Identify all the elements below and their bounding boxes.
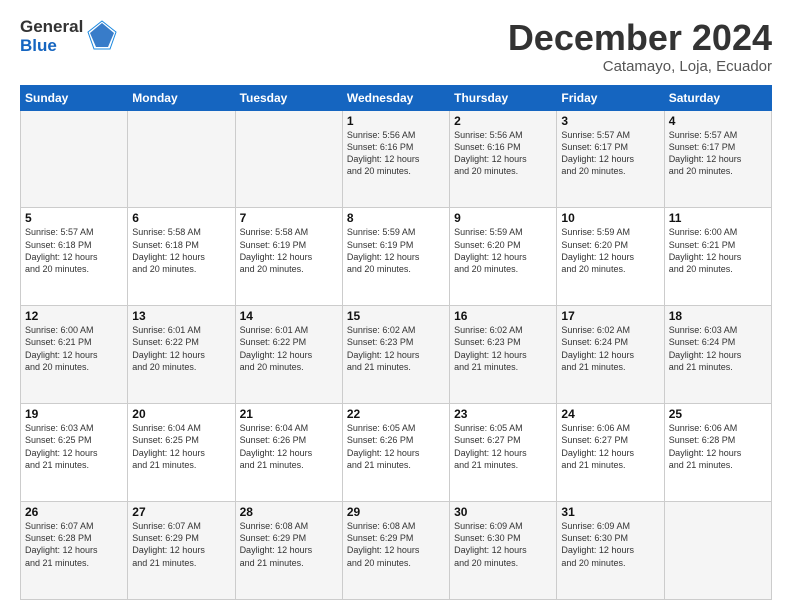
logo-text-blue: Blue	[20, 37, 83, 56]
day-cell-31: 31 Sunrise: 6:09 AMSunset: 6:30 PMDaylig…	[557, 502, 664, 600]
day-cell-1: 1 Sunrise: 5:56 AMSunset: 6:16 PMDayligh…	[342, 110, 449, 208]
day-cell-21: 21 Sunrise: 6:04 AMSunset: 6:26 PMDaylig…	[235, 404, 342, 502]
day-cell-6: 6 Sunrise: 5:58 AMSunset: 6:18 PMDayligh…	[128, 208, 235, 306]
location-subtitle: Catamayo, Loja, Ecuador	[508, 58, 772, 75]
day-cell-5: 5 Sunrise: 5:57 AMSunset: 6:18 PMDayligh…	[21, 208, 128, 306]
day-cell-11: 11 Sunrise: 6:00 AMSunset: 6:21 PMDaylig…	[664, 208, 771, 306]
calendar-week-1: 1 Sunrise: 5:56 AMSunset: 6:16 PMDayligh…	[21, 110, 772, 208]
day-cell-12: 12 Sunrise: 6:00 AMSunset: 6:21 PMDaylig…	[21, 306, 128, 404]
day-cell-3: 3 Sunrise: 5:57 AMSunset: 6:17 PMDayligh…	[557, 110, 664, 208]
col-saturday: Saturday	[664, 85, 771, 110]
day-cell-15: 15 Sunrise: 6:02 AMSunset: 6:23 PMDaylig…	[342, 306, 449, 404]
header: General Blue December 2024 Catamayo, Loj…	[20, 18, 772, 75]
day-cell-22: 22 Sunrise: 6:05 AMSunset: 6:26 PMDaylig…	[342, 404, 449, 502]
day-cell-14: 14 Sunrise: 6:01 AMSunset: 6:22 PMDaylig…	[235, 306, 342, 404]
logo-icon	[86, 19, 118, 51]
day-cell-13: 13 Sunrise: 6:01 AMSunset: 6:22 PMDaylig…	[128, 306, 235, 404]
month-title: December 2024	[508, 18, 772, 58]
day-cell-9: 9 Sunrise: 5:59 AMSunset: 6:20 PMDayligh…	[450, 208, 557, 306]
day-cell-30: 30 Sunrise: 6:09 AMSunset: 6:30 PMDaylig…	[450, 502, 557, 600]
logo-text-general: General	[20, 18, 83, 37]
calendar-week-3: 12 Sunrise: 6:00 AMSunset: 6:21 PMDaylig…	[21, 306, 772, 404]
day-cell-19: 19 Sunrise: 6:03 AMSunset: 6:25 PMDaylig…	[21, 404, 128, 502]
day-cell-16: 16 Sunrise: 6:02 AMSunset: 6:23 PMDaylig…	[450, 306, 557, 404]
day-cell-28: 28 Sunrise: 6:08 AMSunset: 6:29 PMDaylig…	[235, 502, 342, 600]
calendar-week-2: 5 Sunrise: 5:57 AMSunset: 6:18 PMDayligh…	[21, 208, 772, 306]
day-cell-10: 10 Sunrise: 5:59 AMSunset: 6:20 PMDaylig…	[557, 208, 664, 306]
day-cell-4: 4 Sunrise: 5:57 AMSunset: 6:17 PMDayligh…	[664, 110, 771, 208]
day-cell-26: 26 Sunrise: 6:07 AMSunset: 6:28 PMDaylig…	[21, 502, 128, 600]
day-cell-8: 8 Sunrise: 5:59 AMSunset: 6:19 PMDayligh…	[342, 208, 449, 306]
day-cell-2: 2 Sunrise: 5:56 AMSunset: 6:16 PMDayligh…	[450, 110, 557, 208]
calendar-week-5: 26 Sunrise: 6:07 AMSunset: 6:28 PMDaylig…	[21, 502, 772, 600]
logo: General Blue	[20, 18, 118, 55]
day-cell-17: 17 Sunrise: 6:02 AMSunset: 6:24 PMDaylig…	[557, 306, 664, 404]
day-cell-25: 25 Sunrise: 6:06 AMSunset: 6:28 PMDaylig…	[664, 404, 771, 502]
day-cell-29: 29 Sunrise: 6:08 AMSunset: 6:29 PMDaylig…	[342, 502, 449, 600]
empty-cell	[235, 110, 342, 208]
calendar-week-4: 19 Sunrise: 6:03 AMSunset: 6:25 PMDaylig…	[21, 404, 772, 502]
empty-cell	[128, 110, 235, 208]
col-wednesday: Wednesday	[342, 85, 449, 110]
calendar-header-row: Sunday Monday Tuesday Wednesday Thursday…	[21, 85, 772, 110]
day-cell-7: 7 Sunrise: 5:58 AMSunset: 6:19 PMDayligh…	[235, 208, 342, 306]
day-cell-20: 20 Sunrise: 6:04 AMSunset: 6:25 PMDaylig…	[128, 404, 235, 502]
calendar-table: Sunday Monday Tuesday Wednesday Thursday…	[20, 85, 772, 600]
col-friday: Friday	[557, 85, 664, 110]
day-cell-24: 24 Sunrise: 6:06 AMSunset: 6:27 PMDaylig…	[557, 404, 664, 502]
day-cell-23: 23 Sunrise: 6:05 AMSunset: 6:27 PMDaylig…	[450, 404, 557, 502]
day-cell-27: 27 Sunrise: 6:07 AMSunset: 6:29 PMDaylig…	[128, 502, 235, 600]
col-tuesday: Tuesday	[235, 85, 342, 110]
title-block: December 2024 Catamayo, Loja, Ecuador	[508, 18, 772, 75]
empty-cell	[664, 502, 771, 600]
col-sunday: Sunday	[21, 85, 128, 110]
col-thursday: Thursday	[450, 85, 557, 110]
col-monday: Monday	[128, 85, 235, 110]
day-cell-18: 18 Sunrise: 6:03 AMSunset: 6:24 PMDaylig…	[664, 306, 771, 404]
empty-cell	[21, 110, 128, 208]
calendar-page: General Blue December 2024 Catamayo, Loj…	[0, 0, 792, 612]
